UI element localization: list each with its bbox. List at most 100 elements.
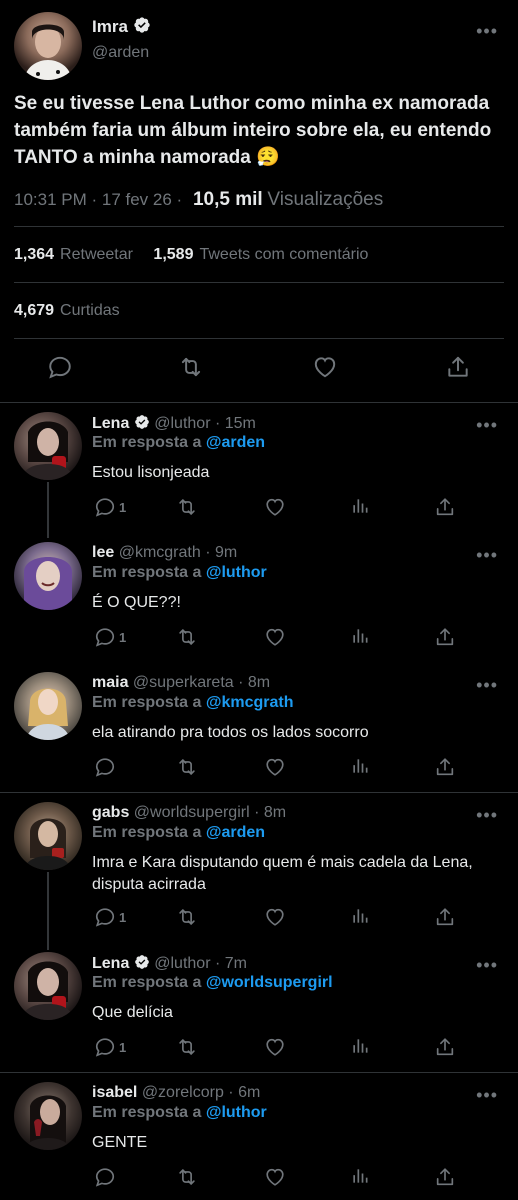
more-icon[interactable]: ••• — [476, 676, 498, 694]
likes-stats[interactable]: 4,679 Curtidas — [14, 302, 120, 320]
main-tweet: Imra @arden ••• Se eu tivesse Lena Lutho… — [0, 0, 518, 403]
avatar[interactable] — [14, 802, 82, 870]
author-name[interactable]: Imra — [92, 16, 151, 37]
reply-handle-time[interactable]: @zorelcorp · 6m — [142, 1084, 261, 1101]
reply-to-link[interactable]: @arden — [206, 824, 265, 841]
share-button[interactable] — [434, 1166, 456, 1188]
reply-tweet[interactable]: gabs @worldsupergirl · 8m ••• Em respost… — [0, 802, 518, 942]
reply-prefix: Em resposta a — [92, 974, 202, 991]
avatar[interactable] — [14, 672, 82, 740]
reply-tweet[interactable]: maia @superkareta · 8m ••• Em resposta a… — [0, 672, 518, 792]
retweet-icon — [176, 1036, 198, 1058]
reply-button[interactable] — [94, 756, 119, 778]
views-button[interactable] — [350, 496, 370, 516]
more-icon[interactable]: ••• — [476, 1086, 498, 1104]
share-button[interactable] — [434, 906, 456, 928]
thread-line — [47, 482, 49, 538]
share-button[interactable] — [434, 1036, 456, 1058]
retweet-button[interactable] — [176, 626, 198, 648]
avatar[interactable] — [14, 12, 82, 80]
reply-button[interactable] — [94, 1166, 119, 1188]
views-label: Visualizações — [267, 189, 384, 210]
reply-tweet[interactable]: Lena @luthor · 7m ••• Em resposta a @wor… — [0, 952, 518, 1072]
like-button[interactable] — [264, 1036, 286, 1058]
views-button[interactable] — [350, 1166, 370, 1186]
reply-to-link[interactable]: @kmcgrath — [206, 694, 294, 711]
reply-icon[interactable] — [47, 354, 73, 380]
like-button[interactable] — [264, 906, 286, 928]
more-icon[interactable]: ••• — [476, 416, 498, 434]
reply-handle-time[interactable]: @kmcgrath · 9m — [119, 544, 237, 561]
views-button[interactable] — [350, 1036, 370, 1056]
views-button[interactable] — [350, 756, 370, 776]
reply-to-link[interactable]: @worldsupergirl — [206, 974, 333, 991]
share-button[interactable] — [434, 496, 456, 518]
like-icon — [264, 626, 286, 648]
like-icon — [264, 756, 286, 778]
retweet-button[interactable] — [176, 756, 198, 778]
avatar[interactable] — [14, 412, 82, 480]
reply-tweet[interactable]: lee @kmcgrath · 9m ••• Em resposta a @lu… — [0, 542, 518, 662]
author-handle[interactable]: @arden — [92, 44, 149, 62]
reply-author-name[interactable]: lee — [92, 544, 114, 561]
reply-button[interactable]: 1 — [94, 906, 126, 928]
reply-context: Em resposta a @luthor — [92, 564, 267, 582]
reply-author-name[interactable]: isabel — [92, 1084, 137, 1101]
reply-button[interactable]: 1 — [94, 496, 126, 518]
reply-context: Em resposta a @luthor — [92, 1104, 267, 1122]
reply-handle-time[interactable]: @superkareta · 8m — [133, 674, 270, 691]
avatar[interactable] — [14, 1082, 82, 1150]
like-button[interactable] — [264, 1166, 286, 1188]
reply-action-bar — [0, 756, 518, 780]
quotes-stat[interactable]: 1,589 Tweets com comentário — [153, 246, 368, 263]
share-button[interactable] — [434, 756, 456, 778]
likes-label: Curtidas — [60, 302, 120, 319]
reply-button[interactable]: 1 — [94, 626, 126, 648]
more-icon[interactable]: ••• — [476, 956, 498, 974]
reply-handle-time[interactable]: @luthor · 15m — [154, 415, 256, 432]
reply-handle-time[interactable]: @worldsupergirl · 8m — [134, 804, 286, 821]
divider — [14, 338, 504, 339]
reply-tweet[interactable]: isabel @zorelcorp · 6m ••• Em resposta a… — [0, 1082, 518, 1200]
share-button[interactable] — [434, 626, 456, 648]
reply-to-link[interactable]: @luthor — [206, 1104, 267, 1121]
like-button[interactable] — [264, 756, 286, 778]
avatar[interactable] — [14, 952, 82, 1020]
retweet-button[interactable] — [176, 1036, 198, 1058]
retweets-stat[interactable]: 1,364 Retweetar — [14, 246, 133, 263]
reply-handle-time[interactable]: @luthor · 7m — [154, 955, 247, 972]
views-button[interactable] — [350, 626, 370, 646]
retweet-button[interactable] — [176, 1166, 198, 1188]
divider — [0, 1072, 518, 1073]
avatar[interactable] — [14, 542, 82, 610]
reply-to-link[interactable]: @arden — [206, 434, 265, 451]
share-icon — [434, 756, 456, 778]
views-button[interactable] — [350, 906, 370, 926]
tweet-timestamp[interactable]: 10:31 PM · 17 fev 26 · — [14, 190, 182, 209]
reply-author-name[interactable]: gabs — [92, 804, 129, 821]
like-button[interactable] — [264, 626, 286, 648]
retweet-icon — [176, 496, 198, 518]
reply-to-link[interactable]: @luthor — [206, 564, 267, 581]
more-icon[interactable]: ••• — [476, 546, 498, 564]
share-icon[interactable] — [445, 354, 471, 380]
retweet-button[interactable] — [176, 906, 198, 928]
retweet-button[interactable] — [176, 496, 198, 518]
views-icon — [350, 496, 370, 516]
divider — [0, 792, 518, 793]
more-icon[interactable]: ••• — [476, 806, 498, 824]
reply-count: 1 — [119, 629, 127, 645]
reply-author-name[interactable]: Lena — [92, 415, 129, 432]
reply-author-name[interactable]: Lena — [92, 955, 129, 972]
retweet-icon[interactable] — [178, 354, 204, 380]
like-icon[interactable] — [312, 354, 338, 380]
more-icon[interactable]: ••• — [476, 22, 498, 40]
share-icon — [434, 1036, 456, 1058]
quotes-label: Tweets com comentário — [199, 246, 369, 263]
reply-tweet[interactable]: Lena @luthor · 15m ••• Em resposta a @ar… — [0, 412, 518, 532]
reply-button[interactable]: 1 — [94, 1036, 126, 1058]
reply-author-name[interactable]: maia — [92, 674, 128, 691]
like-button[interactable] — [264, 496, 286, 518]
tweet-text: Se eu tivesse Lena Luthor como minha ex … — [14, 93, 492, 168]
reply-text: ela atirando pra todos os lados socorro — [92, 724, 369, 741]
